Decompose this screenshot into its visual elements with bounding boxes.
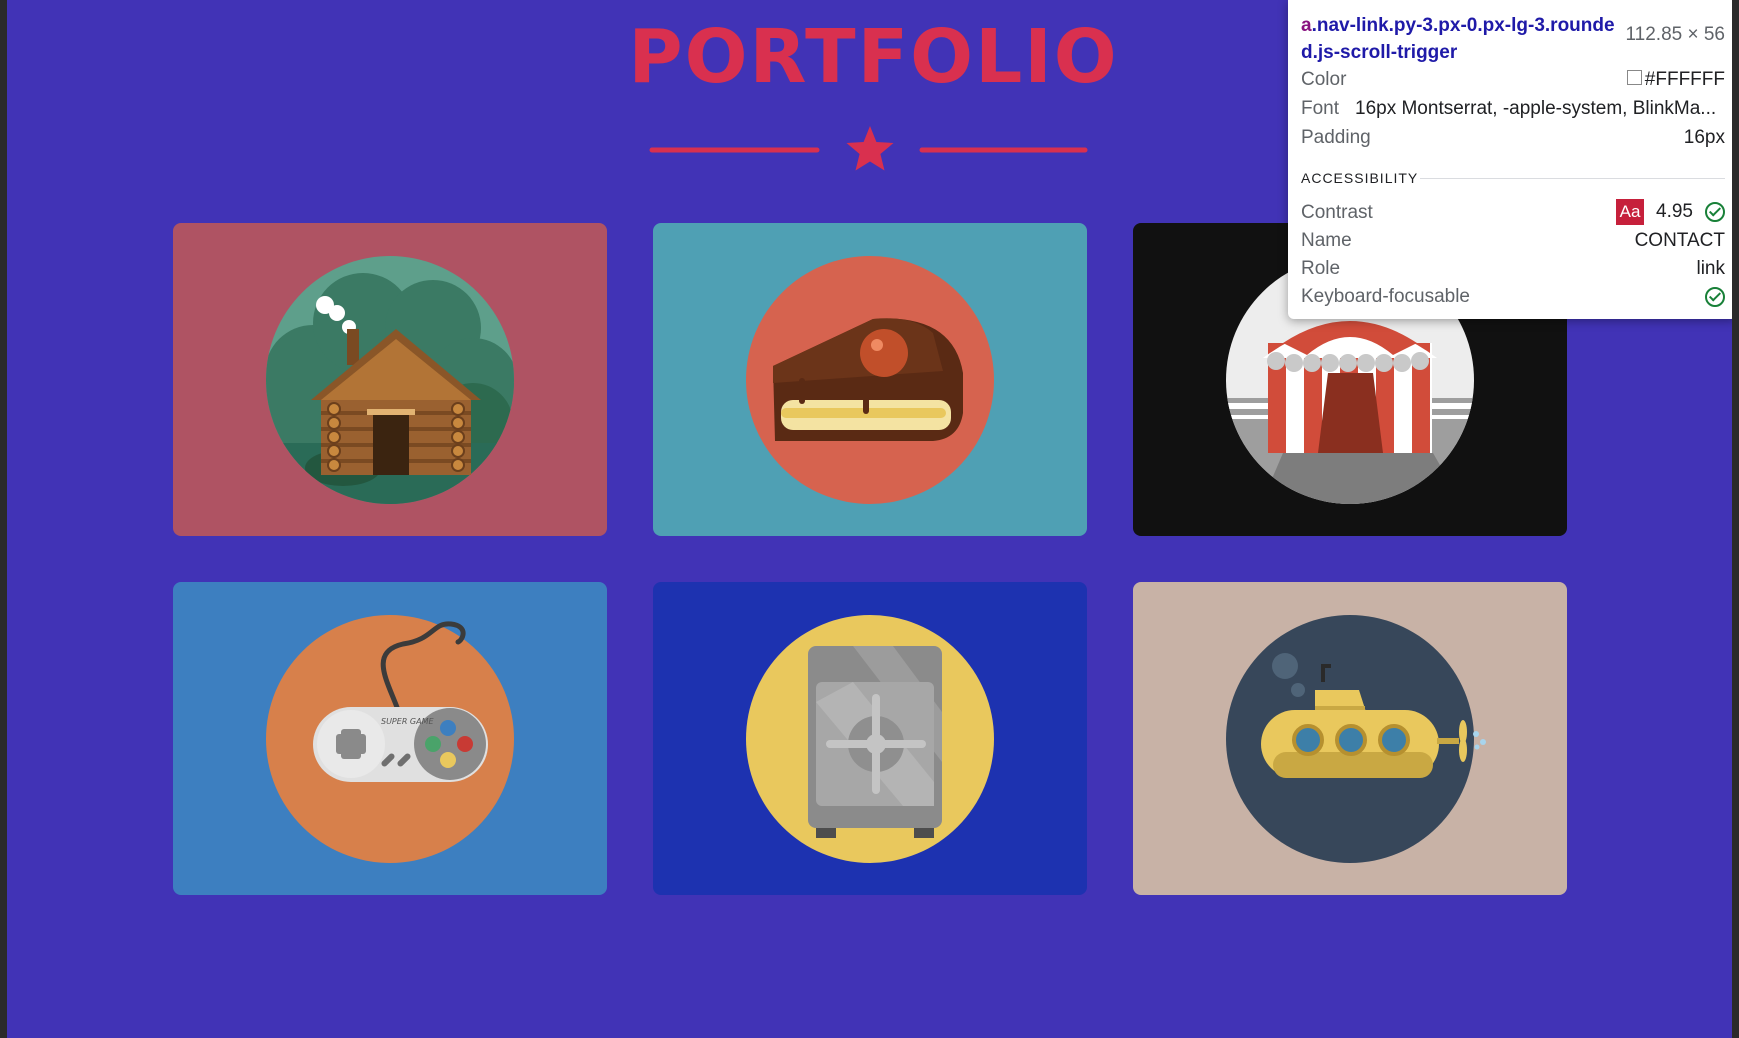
portfolio-item-controller[interactable]: SUPER GAME <box>173 582 607 895</box>
safe-icon <box>746 615 994 863</box>
portfolio-item-cabin[interactable] <box>173 223 607 536</box>
selector-tag: a <box>1301 15 1312 36</box>
font-row: Font 16px Montserrat, -apple-system, Bli… <box>1301 98 1725 124</box>
page-background: PORTFOLIO SUPER GAME a.nav-link.py-3.px-… <box>7 0 1732 1038</box>
contrast-row: Contrast Aa 4.95 <box>1301 199 1725 229</box>
padding-value: 16px <box>1683 127 1725 148</box>
font-label: Font <box>1301 98 1340 119</box>
color-swatch <box>1626 70 1642 85</box>
contrast-label: Contrast <box>1301 202 1373 223</box>
controller-brand-text: SUPER GAME <box>381 717 434 726</box>
portfolio-item-submarine[interactable] <box>1133 582 1567 895</box>
role-row: Role link <box>1301 258 1725 284</box>
check-circle-icon <box>1705 286 1725 307</box>
name-value: CONTACT <box>1634 230 1725 251</box>
inspector-selector: a.nav-link.py-3.px-0.px-lg-3.rounded.js-… <box>1301 12 1619 66</box>
padding-label: Padding <box>1301 127 1371 148</box>
focusable-label: Keyboard-focusable <box>1301 286 1470 307</box>
star-icon <box>846 126 894 171</box>
name-label: Name <box>1301 230 1352 251</box>
padding-row: Padding 16px <box>1301 127 1725 153</box>
contrast-value: 4.95 <box>1656 201 1693 223</box>
window-edge <box>1732 0 1739 1038</box>
submarine-icon <box>1226 615 1486 863</box>
inspector-tooltip: a.nav-link.py-3.px-0.px-lg-3.rounded.js-… <box>1288 0 1732 319</box>
game-controller-icon: SUPER GAME <box>266 615 514 863</box>
font-value: 16px Montserrat, -apple-system, BlinkMa.… <box>1355 98 1717 119</box>
color-value: #FFFFFF <box>1644 69 1725 90</box>
focusable-row: Keyboard-focusable <box>1301 286 1725 312</box>
role-value: link <box>1696 258 1725 279</box>
accessibility-divider <box>1420 178 1725 179</box>
check-circle-icon <box>1705 202 1725 222</box>
color-row: Color #FFFFFF <box>1301 69 1725 95</box>
name-row: Name CONTACT <box>1301 230 1725 256</box>
cabin-icon <box>266 256 514 504</box>
contrast-aa-badge: Aa <box>1616 199 1645 225</box>
portfolio-item-safe[interactable] <box>653 582 1087 895</box>
selector-classes: .nav-link.py-3.px-0.px-lg-3.rounded.js-s… <box>1301 15 1615 63</box>
element-size: 112.85 × 56 <box>1625 24 1726 45</box>
cake-icon <box>746 256 994 504</box>
portfolio-item-cake[interactable] <box>653 223 1087 536</box>
role-label: Role <box>1301 258 1341 279</box>
accessibility-heading: ACCESSIBILITY <box>1301 170 1419 186</box>
color-label: Color <box>1301 69 1347 90</box>
